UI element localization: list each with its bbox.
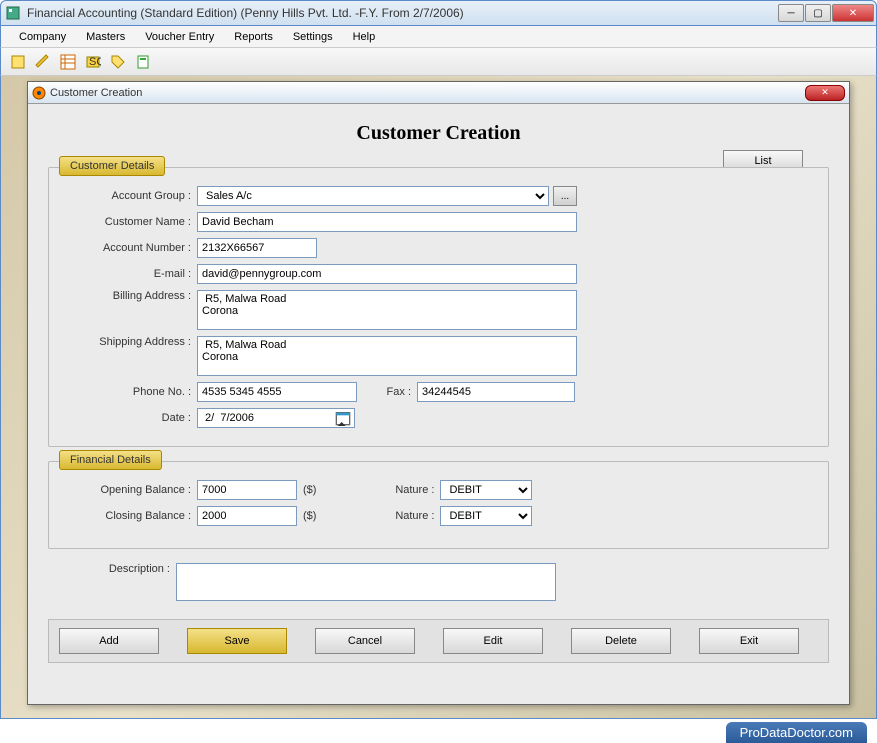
customer-creation-dialog: Customer Creation ✕ Customer Creation Li… — [27, 81, 850, 705]
menu-company[interactable]: Company — [9, 28, 76, 46]
account-number-label: Account Number : — [69, 242, 197, 254]
delete-button[interactable]: Delete — [571, 628, 671, 654]
account-group-label: Account Group : — [69, 190, 197, 202]
toolbar-edit-icon[interactable] — [32, 51, 54, 73]
calendar-dropdown-icon[interactable] — [335, 410, 351, 426]
menu-help[interactable]: Help — [343, 28, 386, 46]
toolbar-tag-icon[interactable] — [107, 51, 129, 73]
financial-details-section: Financial Details Opening Balance : ($) … — [48, 461, 829, 549]
fax-label: Fax : — [357, 386, 417, 398]
phone-input[interactable] — [197, 382, 357, 402]
closing-balance-input[interactable] — [197, 506, 297, 526]
content-area: Customer Creation ✕ Customer Creation Li… — [0, 76, 877, 719]
titlebar: Financial Accounting (Standard Edition) … — [0, 0, 877, 26]
menu-reports[interactable]: Reports — [224, 28, 283, 46]
dialog-title: Customer Creation — [50, 87, 805, 99]
dialog-close-button[interactable]: ✕ — [805, 85, 845, 101]
opening-balance-label: Opening Balance : — [69, 484, 197, 496]
minimize-button[interactable]: ─ — [778, 4, 804, 22]
financial-details-title: Financial Details — [59, 450, 162, 470]
menubar: Company Masters Voucher Entry Reports Se… — [0, 26, 877, 48]
account-group-browse-button[interactable]: ... — [553, 186, 577, 206]
account-group-select[interactable]: Sales A/c — [197, 186, 549, 206]
window-controls: ─ ▢ ✕ — [777, 4, 874, 22]
footer-brand: ProDataDoctor.com — [726, 722, 867, 743]
main-window: Financial Accounting (Standard Edition) … — [0, 0, 877, 743]
menu-voucher-entry[interactable]: Voucher Entry — [135, 28, 224, 46]
date-input[interactable] — [197, 408, 355, 428]
nature-select-1[interactable]: DEBIT — [440, 480, 532, 500]
customer-name-input[interactable] — [197, 212, 577, 232]
toolbar-new-icon[interactable] — [7, 51, 29, 73]
dialog-body: Customer Creation List Customer Details … — [28, 104, 849, 673]
shipping-label: Shipping Address : — [69, 336, 197, 348]
dialog-icon — [32, 86, 46, 100]
customer-details-section: Customer Details Account Group : Sales A… — [48, 167, 829, 447]
email-label: E-mail : — [69, 268, 197, 280]
phone-label: Phone No. : — [69, 386, 197, 398]
opening-balance-input[interactable] — [197, 480, 297, 500]
billing-label: Billing Address : — [69, 290, 197, 302]
menu-settings[interactable]: Settings — [283, 28, 343, 46]
app-icon — [5, 5, 21, 21]
dialog-heading: Customer Creation — [48, 114, 829, 153]
customer-details-title: Customer Details — [59, 156, 165, 176]
account-number-input[interactable] — [197, 238, 317, 258]
cancel-button[interactable]: Cancel — [315, 628, 415, 654]
description-label: Description : — [48, 563, 176, 575]
button-bar: Add Save Cancel Edit Delete Exit — [48, 619, 829, 663]
nature-label-1: Nature : — [380, 484, 440, 496]
maximize-button[interactable]: ▢ — [805, 4, 831, 22]
toolbar-sq-icon[interactable]: SQ — [82, 51, 104, 73]
customer-name-label: Customer Name : — [69, 216, 197, 228]
toolbar: SQ — [0, 48, 877, 76]
toolbar-grid-icon[interactable] — [57, 51, 79, 73]
edit-button[interactable]: Edit — [443, 628, 543, 654]
billing-address-input[interactable]: R5, Malwa Road Corona — [197, 290, 577, 330]
close-button[interactable]: ✕ — [832, 4, 874, 22]
nature-label-2: Nature : — [380, 510, 440, 522]
exit-button[interactable]: Exit — [699, 628, 799, 654]
window-title: Financial Accounting (Standard Edition) … — [25, 6, 777, 20]
currency-label-1: ($) — [303, 484, 316, 496]
save-button[interactable]: Save — [187, 628, 287, 654]
svg-text:SQ: SQ — [89, 56, 101, 68]
nature-select-2[interactable]: DEBIT — [440, 506, 532, 526]
description-input[interactable] — [176, 563, 556, 601]
menu-masters[interactable]: Masters — [76, 28, 135, 46]
add-button[interactable]: Add — [59, 628, 159, 654]
fax-input[interactable] — [417, 382, 575, 402]
email-input[interactable] — [197, 264, 577, 284]
date-label: Date : — [69, 412, 197, 424]
currency-label-2: ($) — [303, 510, 316, 522]
closing-balance-label: Closing Balance : — [69, 510, 197, 522]
dialog-titlebar: Customer Creation ✕ — [28, 82, 849, 104]
toolbar-doc-icon[interactable] — [132, 51, 154, 73]
shipping-address-input[interactable]: R5, Malwa Road Corona — [197, 336, 577, 376]
